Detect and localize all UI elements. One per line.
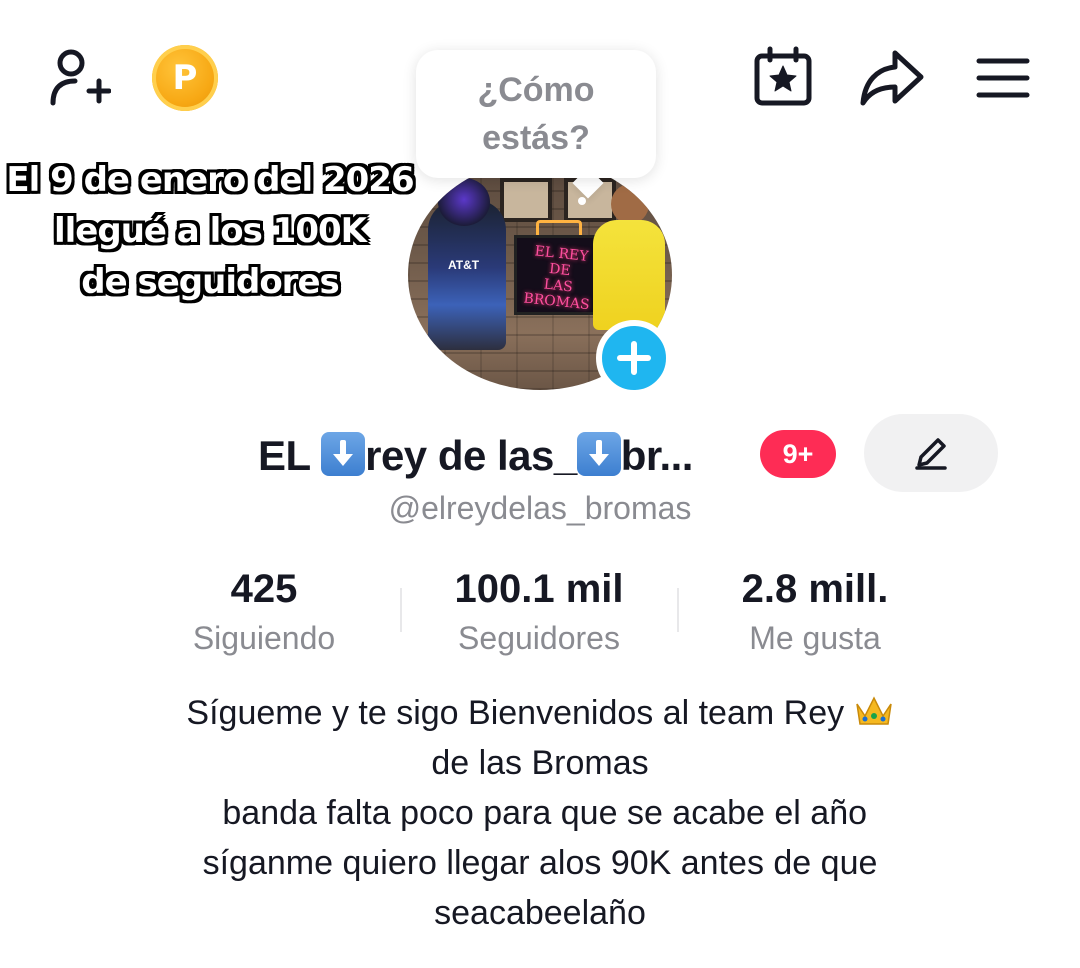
bubble-dot	[578, 197, 586, 205]
down-arrow-emoji-icon	[321, 432, 366, 476]
add-friend-icon	[50, 49, 111, 106]
stat-divider	[677, 588, 679, 632]
stat-divider	[400, 588, 402, 632]
bio-line-3: banda falta poco para que se acabe el añ…	[212, 794, 868, 832]
menu-button[interactable]	[970, 50, 1036, 106]
username-handle: @elreydelas_bromas	[388, 490, 692, 526]
crown-emoji-icon	[855, 696, 892, 725]
jersey-text: AT&T	[448, 258, 480, 272]
status-bubble[interactable]: ¿Cómo estás?	[416, 50, 656, 178]
overlay-line-3: de seguidores	[81, 262, 340, 302]
name-part-2: rey de las_	[365, 432, 577, 479]
bubble-line-2: estás?	[482, 119, 590, 157]
overlay-line-1: El 9 de enero del 2026	[6, 160, 414, 200]
neon-sign-text: EL REY DE LAS BROMAS	[518, 242, 600, 314]
share-button[interactable]	[856, 44, 928, 110]
bio-line-4: síganme quiero llegar alos 90K antes de …	[202, 844, 878, 882]
bio-line-1: Sígueme y te sigo Bienvenidos al team Re…	[0, 688, 1080, 738]
pencil-icon	[915, 438, 947, 470]
name-part-1: EL	[258, 432, 322, 479]
stat-likes-label: Me gusta	[749, 620, 881, 656]
bio-line-1-text: Sígueme y te sigo Bienvenidos al team Re…	[186, 694, 854, 732]
stat-likes-value: 2.8 mill.	[741, 567, 889, 611]
overlay-line-2: llegué a los 100K	[54, 211, 367, 251]
stat-following[interactable]: 425 Siguiendo	[144, 562, 384, 660]
menu-icon	[976, 58, 1030, 98]
bio-line-5: seacabeelaño	[434, 894, 646, 932]
calendar-button[interactable]	[748, 44, 818, 110]
coin-icon: P	[172, 58, 198, 98]
calendar-star-icon	[754, 46, 812, 106]
bubble-line-1: ¿Cómo	[477, 71, 595, 109]
stat-likes[interactable]: 2.8 mill. Me gusta	[695, 562, 935, 660]
bio-line-2: de las Bromas	[431, 744, 649, 782]
stat-following-label: Siguiendo	[192, 620, 336, 656]
person-right-head	[611, 184, 649, 224]
edit-name-button[interactable]	[864, 414, 998, 492]
neon-sign: EL REY DE LAS BROMAS	[514, 235, 602, 315]
notification-badge[interactable]: 9+	[760, 430, 836, 478]
neon-sign-line-2: LAS BROMAS	[522, 276, 591, 314]
wall-frame-1	[500, 178, 552, 222]
add-story-button[interactable]	[596, 320, 672, 396]
milestone-overlay-text: El 9 de enero del 2026 llegué a los 100K…	[0, 155, 420, 308]
name-part-3: br...	[620, 432, 694, 479]
stat-followers-label: Seguidores	[458, 620, 620, 656]
down-arrow-emoji-icon	[576, 432, 621, 476]
coin-button[interactable]: P	[152, 45, 218, 111]
profile-bio: Sígueme y te sigo Bienvenidos al team Re…	[0, 688, 1080, 938]
plus-icon	[617, 341, 651, 375]
stat-following-value: 425	[230, 567, 298, 611]
stat-followers[interactable]: 100.1 mil Seguidores	[419, 562, 659, 660]
share-icon	[860, 50, 924, 106]
add-friend-button[interactable]	[40, 40, 116, 116]
helmet	[438, 178, 490, 226]
profile-name: EL rey de las_ br...	[258, 428, 693, 484]
person-right	[593, 220, 665, 330]
stat-followers-value: 100.1 mil	[454, 567, 624, 611]
